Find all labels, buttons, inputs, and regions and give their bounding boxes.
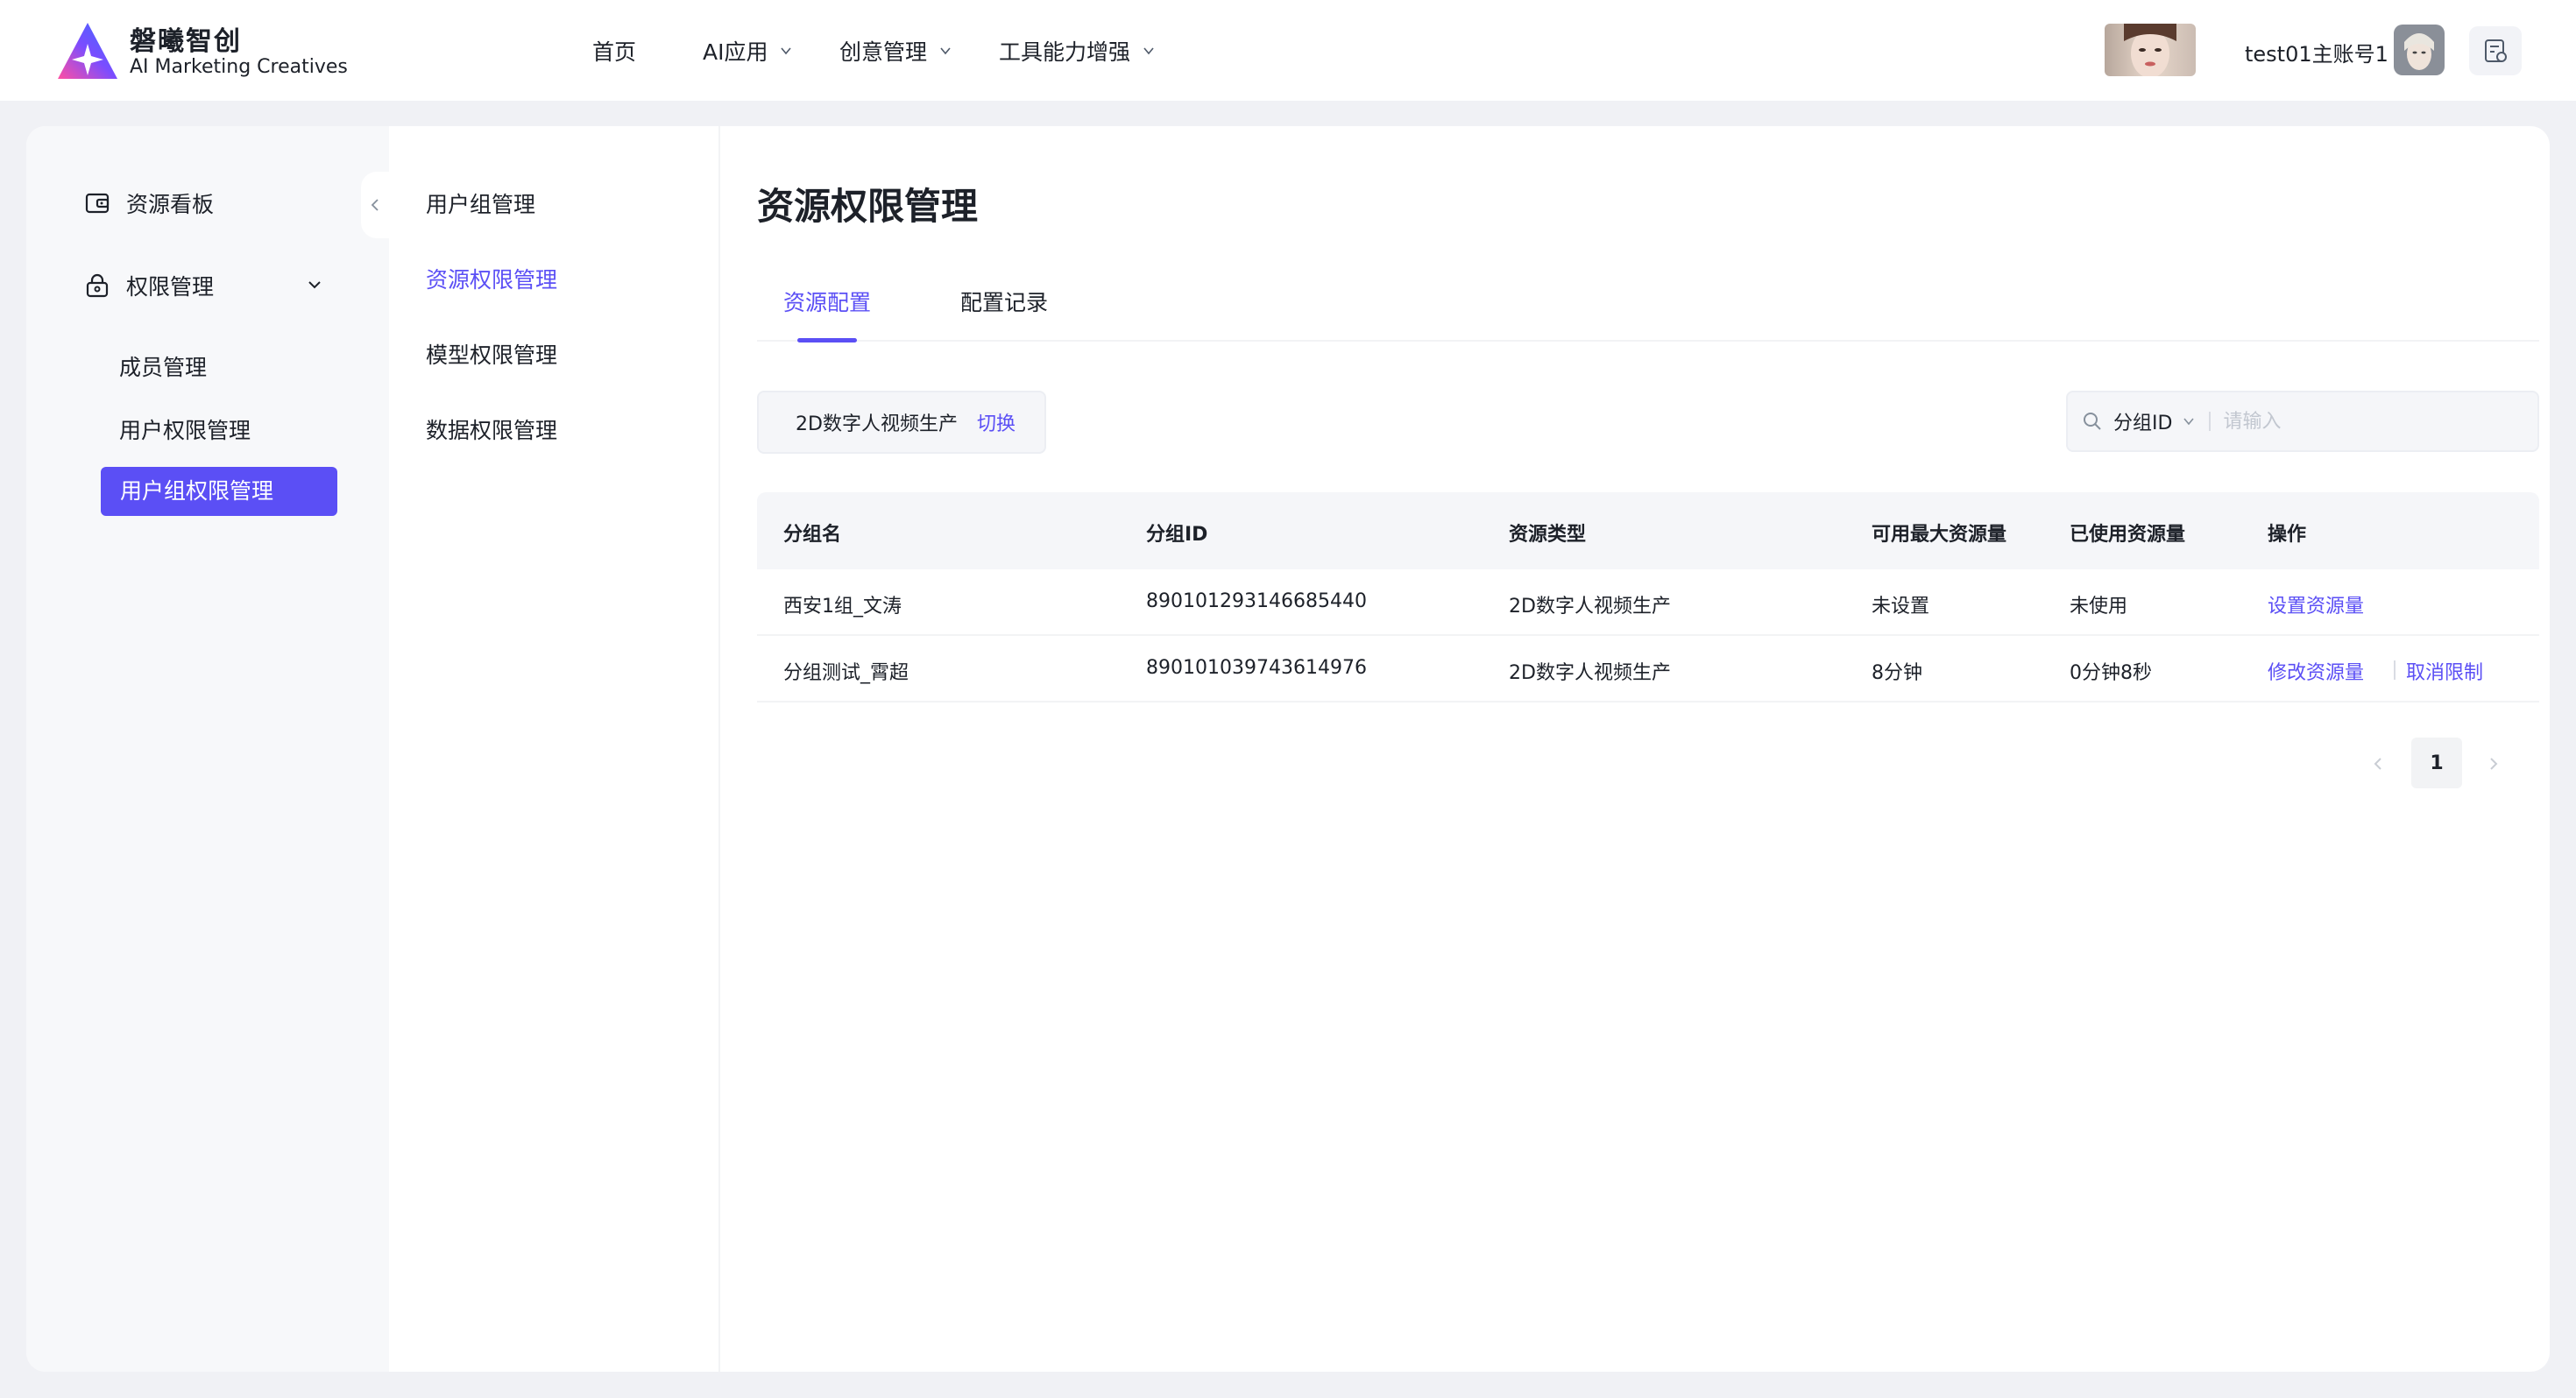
column-header-max-quota: 可用最大资源量 — [1872, 524, 2007, 546]
subnav-data-permission[interactable]: 数据权限管理 — [426, 413, 557, 445]
nav-home[interactable]: 首页 — [592, 35, 636, 67]
column-header-used: 已使用资源量 — [2070, 524, 2186, 546]
pagination: 1 — [2329, 738, 2539, 790]
cell-used: 未使用 — [2070, 596, 2128, 618]
subnav-resource-permission[interactable]: 资源权限管理 — [426, 263, 557, 294]
sidebar-collapse-button[interactable] — [361, 172, 389, 238]
sidebar-item-permission-management[interactable]: 权限管理 — [84, 270, 214, 301]
column-header-group-id: 分组ID — [1146, 524, 1208, 546]
subnav-model-permission[interactable]: 模型权限管理 — [426, 338, 557, 370]
sidebar-item-user-permission[interactable]: 用户权限管理 — [119, 413, 251, 445]
page-title: 资源权限管理 — [757, 185, 979, 228]
nav-ai-apps[interactable]: AI应用 — [703, 35, 792, 67]
primary-sidebar: 资源看板 权限管理 成员管理 用户权限管理 用户组权限管理 — [26, 126, 389, 1372]
table-row: 西安1组_文涛 890101293146685440 2D数字人视频生产 未设置… — [757, 569, 2539, 636]
prev-page-icon[interactable] — [2367, 753, 2388, 774]
nav-creative-management-label: 创意管理 — [839, 39, 928, 65]
action-divider — [2394, 660, 2396, 680]
sidebar-item-permission-management-label: 权限管理 — [126, 274, 215, 300]
chevron-down-icon — [1143, 47, 1154, 55]
chevron-left-icon — [371, 199, 379, 211]
tab-active-indicator — [797, 338, 857, 342]
message-icon — [2485, 39, 2507, 62]
chevron-down-icon — [2183, 418, 2195, 426]
search-input[interactable] — [2223, 410, 2487, 433]
sidebar-item-user-group-permission[interactable]: 用户组权限管理 — [101, 467, 337, 516]
cell-resource-type: 2D数字人视频生产 — [1509, 596, 1671, 618]
column-header-resource-type: 资源类型 — [1509, 524, 1587, 546]
search-divider — [2209, 412, 2212, 431]
tab-config-records[interactable]: 配置记录 — [960, 286, 1048, 317]
sidebar-item-resource-board-label: 资源看板 — [126, 192, 215, 217]
brand-subtitle: AI Marketing Creatives — [130, 56, 348, 78]
cell-group-id: 890101039743614976 — [1146, 657, 1367, 679]
wallet-icon — [85, 193, 110, 214]
nav-home-label: 首页 — [592, 39, 637, 65]
page-number-button[interactable]: 1 — [2411, 738, 2462, 788]
group-resource-table: 分组名 分组ID 资源类型 可用最大资源量 已使用资源量 操作 西安1组_文涛 … — [757, 492, 2539, 703]
next-page-icon[interactable] — [2483, 753, 2504, 774]
search-icon — [2084, 413, 2101, 430]
message-button[interactable] — [2469, 26, 2522, 75]
sidebar-item-member-management[interactable]: 成员管理 — [119, 350, 207, 382]
lock-icon — [86, 273, 109, 298]
column-header-actions: 操作 — [2268, 524, 2307, 546]
resource-type-switcher: 2D数字人视频生产 切换 — [757, 391, 1046, 454]
search-field-label: 分组ID — [2113, 413, 2173, 434]
set-quota-link[interactable]: 设置资源量 — [2268, 590, 2364, 618]
current-resource-type: 2D数字人视频生产 — [796, 413, 958, 435]
digital-human-thumbnail[interactable] — [2105, 24, 2196, 76]
nav-tool-enhancement-label: 工具能力增强 — [999, 39, 1131, 65]
cell-group-name: 西安1组_文涛 — [783, 596, 902, 618]
switch-resource-button[interactable]: 切换 — [977, 408, 1016, 436]
username[interactable]: test01主账号1 — [2245, 37, 2388, 67]
cell-max-quota: 未设置 — [1872, 596, 1930, 618]
user-avatar[interactable] — [2394, 25, 2445, 75]
tab-resource-config[interactable]: 资源配置 — [783, 286, 871, 317]
chevron-down-icon — [940, 47, 951, 55]
cell-group-id: 890101293146685440 — [1146, 590, 1367, 612]
cell-used: 0分钟8秒 — [2070, 662, 2152, 684]
tab-bar: 资源配置 配置记录 — [757, 275, 2539, 342]
chevron-down-icon — [781, 47, 792, 55]
nav-creative-management[interactable]: 创意管理 — [839, 35, 952, 67]
content-area: 资源权限管理 资源配置 配置记录 2D数字人视频生产 切换 分组ID 请输入 分… — [720, 126, 2550, 1372]
cell-resource-type: 2D数字人视频生产 — [1509, 662, 1671, 684]
modify-quota-link[interactable]: 修改资源量 — [2268, 657, 2364, 685]
subnav-user-group-management[interactable]: 用户组管理 — [426, 187, 535, 219]
top-bar: 磐曦智创 AI Marketing Creatives 首页 AI应用 创意管理… — [0, 0, 2576, 101]
table-header: 分组名 分组ID 资源类型 可用最大资源量 已使用资源量 操作 — [757, 492, 2539, 569]
cell-max-quota: 8分钟 — [1872, 662, 1922, 684]
cell-group-name: 分组测试_霄超 — [783, 662, 909, 684]
nav-ai-apps-label: AI应用 — [703, 39, 768, 65]
table-row: 分组测试_霄超 890101039743614976 2D数字人视频生产 8分钟… — [757, 636, 2539, 703]
sidebar-item-resource-board[interactable]: 资源看板 — [84, 187, 214, 219]
search-field-select[interactable]: 分组ID — [2113, 407, 2195, 435]
column-header-group-name: 分组名 — [783, 524, 842, 546]
secondary-sidebar: 用户组管理 资源权限管理 模型权限管理 数据权限管理 — [389, 126, 720, 1372]
cancel-limit-link[interactable]: 取消限制 — [2406, 657, 2483, 685]
chevron-down-icon[interactable] — [305, 275, 324, 294]
brand-logo-icon[interactable] — [56, 21, 119, 81]
nav-tool-enhancement[interactable]: 工具能力增强 — [999, 35, 1155, 67]
main-card: 资源看板 权限管理 成员管理 用户权限管理 用户组权限管理 用户组管理 资源权限… — [26, 126, 2550, 1372]
search-bar: 分组ID — [2066, 391, 2539, 452]
brand-name: 磐曦智创 — [130, 26, 242, 57]
